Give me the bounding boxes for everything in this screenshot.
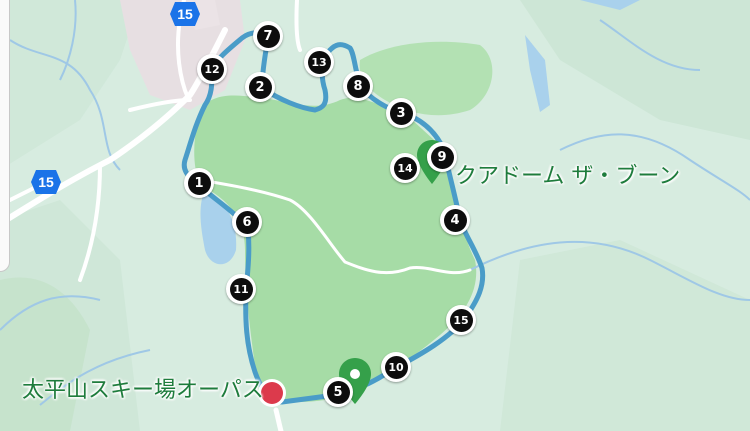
- waypoint-number: 11: [229, 277, 253, 301]
- waypoint-number: 13: [307, 50, 331, 74]
- waypoint-number: 4: [443, 208, 467, 232]
- waypoint-marker[interactable]: 13: [304, 47, 334, 77]
- place-label-dome[interactable]: クアドーム ザ・ブーン: [455, 158, 680, 190]
- waypoint-marker[interactable]: 10: [381, 352, 411, 382]
- waypoint-number: 14: [393, 156, 417, 180]
- waypoint-number: 9: [430, 145, 454, 169]
- waypoint-marker[interactable]: 7: [253, 21, 283, 51]
- waypoint-number: 15: [449, 308, 473, 332]
- route-shield-number: 15: [177, 6, 193, 22]
- route-shield-top: 15: [169, 0, 201, 28]
- waypoint-number: 7: [256, 24, 280, 48]
- place-label-ski[interactable]: 太平山スキー場オーパス: [22, 372, 264, 404]
- side-panel-handle[interactable]: [0, 0, 10, 272]
- waypoint-marker[interactable]: 14: [390, 153, 420, 183]
- waypoint-marker[interactable]: 2: [245, 72, 275, 102]
- route-shield-number: 15: [38, 174, 54, 190]
- waypoint-marker[interactable]: 9: [427, 142, 457, 172]
- waypoint-number: 3: [389, 101, 413, 125]
- waypoint-marker[interactable]: 12: [197, 54, 227, 84]
- waypoint-marker[interactable]: 3: [386, 98, 416, 128]
- map-canvas[interactable]: 15 15 クアドーム ザ・ブーン 太平山スキー場オーパス 1 2 3 4 5 …: [0, 0, 750, 431]
- map-base: [0, 0, 750, 431]
- waypoint-marker[interactable]: 5: [323, 377, 353, 407]
- waypoint-number: 5: [326, 380, 350, 404]
- waypoint-number: 10: [384, 355, 408, 379]
- waypoint-marker[interactable]: 6: [232, 207, 262, 237]
- waypoint-number: 8: [346, 74, 370, 98]
- waypoint-marker[interactable]: 1: [184, 168, 214, 198]
- route-shield-left: 15: [30, 168, 62, 196]
- waypoint-marker[interactable]: 4: [440, 205, 470, 235]
- waypoint-number: 6: [235, 210, 259, 234]
- waypoint-marker[interactable]: 8: [343, 71, 373, 101]
- waypoint-number: 1: [187, 171, 211, 195]
- waypoint-marker[interactable]: 11: [226, 274, 256, 304]
- waypoint-number: 2: [248, 75, 272, 99]
- waypoint-marker[interactable]: 15: [446, 305, 476, 335]
- waypoint-number: 12: [200, 57, 224, 81]
